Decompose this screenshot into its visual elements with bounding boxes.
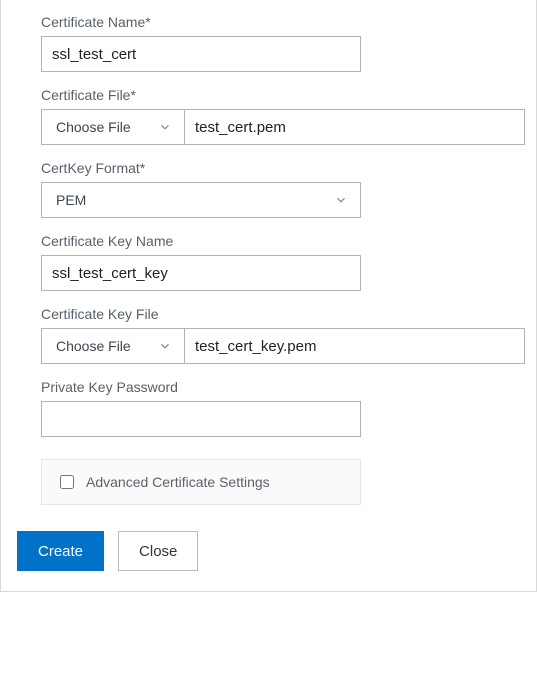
cert-key-file-label: Certificate Key File [41,306,496,322]
cert-name-input[interactable] [41,36,361,72]
cert-key-file-choose-button[interactable]: Choose File [41,328,185,364]
field-certkey-format: CertKey Format* PEM [41,160,496,218]
field-cert-name: Certificate Name* [41,14,496,72]
priv-key-pw-label: Private Key Password [41,379,496,395]
cert-key-name-label: Certificate Key Name [41,233,496,249]
field-priv-key-pw: Private Key Password [41,379,496,437]
certkey-format-select[interactable]: PEM [41,182,361,218]
cert-name-label: Certificate Name* [41,14,496,30]
cert-key-file-value[interactable] [185,328,525,364]
form-fields: Certificate Name* Certificate File* Choo… [17,14,520,505]
priv-key-pw-input[interactable] [41,401,361,437]
cert-file-row: Choose File [41,109,525,145]
cert-key-name-input[interactable] [41,255,361,291]
field-cert-file: Certificate File* Choose File [41,87,496,145]
cert-key-file-row: Choose File [41,328,525,364]
cert-file-choose-text: Choose File [56,119,131,135]
button-row: Create Close [17,531,520,571]
cert-file-value[interactable] [185,109,525,145]
cert-file-choose-button[interactable]: Choose File [41,109,185,145]
advanced-cert-settings-label: Advanced Certificate Settings [86,474,270,490]
field-cert-key-file: Certificate Key File Choose File [41,306,496,364]
field-cert-key-name: Certificate Key Name [41,233,496,291]
certificate-form-panel: Certificate Name* Certificate File* Choo… [0,0,537,592]
advanced-cert-settings-checkbox[interactable] [60,475,74,489]
cert-key-file-choose-text: Choose File [56,338,131,354]
cert-file-label: Certificate File* [41,87,496,103]
close-button[interactable]: Close [118,531,198,571]
certkey-format-label: CertKey Format* [41,160,496,176]
chevron-down-icon [334,193,348,207]
advanced-cert-settings-box[interactable]: Advanced Certificate Settings [41,459,361,505]
create-button[interactable]: Create [17,531,104,571]
chevron-down-icon [158,120,172,134]
chevron-down-icon [158,339,172,353]
certkey-format-value: PEM [56,192,86,208]
